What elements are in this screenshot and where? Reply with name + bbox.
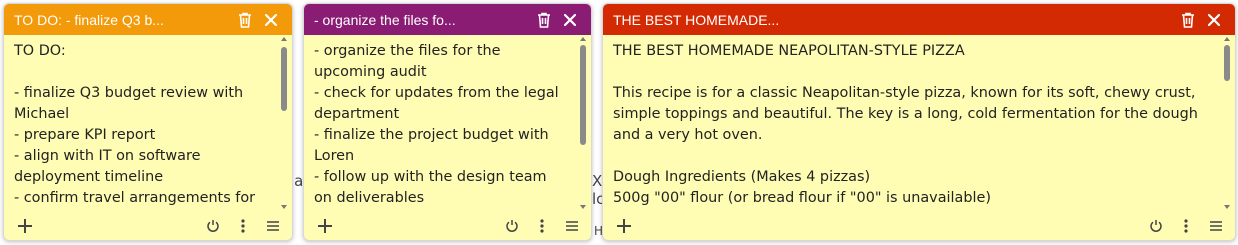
background-text: X <box>592 172 603 190</box>
note-text[interactable]: THE BEST HOMEMADE NEAPOLITAN-STYLE PIZZA… <box>613 41 1213 209</box>
plus-icon[interactable] <box>613 215 635 237</box>
trash-icon[interactable] <box>232 7 258 33</box>
scroll-down-arrow[interactable] <box>580 205 586 209</box>
note-body[interactable]: TO DO: - finalize Q3 budget review with … <box>4 35 292 211</box>
note-footer <box>603 211 1235 240</box>
menu-icon[interactable] <box>262 215 284 237</box>
scroll-thumb[interactable] <box>580 45 586 145</box>
note-header[interactable]: TO DO: - finalize Q3 b... <box>4 4 292 35</box>
menu-icon[interactable] <box>561 215 583 237</box>
note-body[interactable]: - organize the files for the upcoming au… <box>304 35 591 211</box>
close-icon[interactable] <box>557 7 583 33</box>
scrollbar[interactable] <box>1223 35 1233 211</box>
power-icon[interactable] <box>202 215 224 237</box>
note-text[interactable]: - organize the files for the upcoming au… <box>314 41 569 209</box>
menu-icon[interactable] <box>1205 215 1227 237</box>
trash-icon[interactable] <box>1175 7 1201 33</box>
scroll-thumb[interactable] <box>1224 45 1230 81</box>
scroll-thumb[interactable] <box>281 47 287 111</box>
note-title: - organize the files fo... <box>314 11 456 28</box>
scroll-up-arrow[interactable] <box>281 37 287 41</box>
trash-icon[interactable] <box>531 7 557 33</box>
power-icon[interactable] <box>1145 215 1167 237</box>
note-body[interactable]: THE BEST HOMEMADE NEAPOLITAN-STYLE PIZZA… <box>603 35 1235 211</box>
close-icon[interactable] <box>258 7 284 33</box>
scroll-down-arrow[interactable] <box>281 205 287 209</box>
sticky-note: THE BEST HOMEMADE... THE BEST HOMEMADE N… <box>602 3 1236 241</box>
note-title: TO DO: - finalize Q3 b... <box>14 11 164 28</box>
note-header[interactable]: - organize the files fo... <box>304 4 591 35</box>
more-vertical-icon[interactable] <box>232 215 254 237</box>
close-icon[interactable] <box>1201 7 1227 33</box>
scroll-down-arrow[interactable] <box>1224 205 1230 209</box>
more-vertical-icon[interactable] <box>531 215 553 237</box>
note-header[interactable]: THE BEST HOMEMADE... <box>603 4 1235 35</box>
note-footer <box>304 211 591 240</box>
note-footer <box>4 211 292 240</box>
more-vertical-icon[interactable] <box>1175 215 1197 237</box>
scrollbar[interactable] <box>579 35 589 211</box>
plus-icon[interactable] <box>314 215 336 237</box>
scroll-up-arrow[interactable] <box>580 37 586 41</box>
note-title: THE BEST HOMEMADE... <box>613 11 780 28</box>
sticky-note: - organize the files fo... - organize th… <box>303 3 592 241</box>
scrollbar[interactable] <box>280 35 290 211</box>
sticky-note: TO DO: - finalize Q3 b... TO DO: - final… <box>3 3 293 241</box>
note-text[interactable]: TO DO: - finalize Q3 budget review with … <box>14 41 270 209</box>
desktop: la X lc H TO DO: - finalize Q3 b... TO D… <box>0 0 1238 245</box>
plus-icon[interactable] <box>14 215 36 237</box>
power-icon[interactable] <box>501 215 523 237</box>
scroll-up-arrow[interactable] <box>1224 37 1230 41</box>
